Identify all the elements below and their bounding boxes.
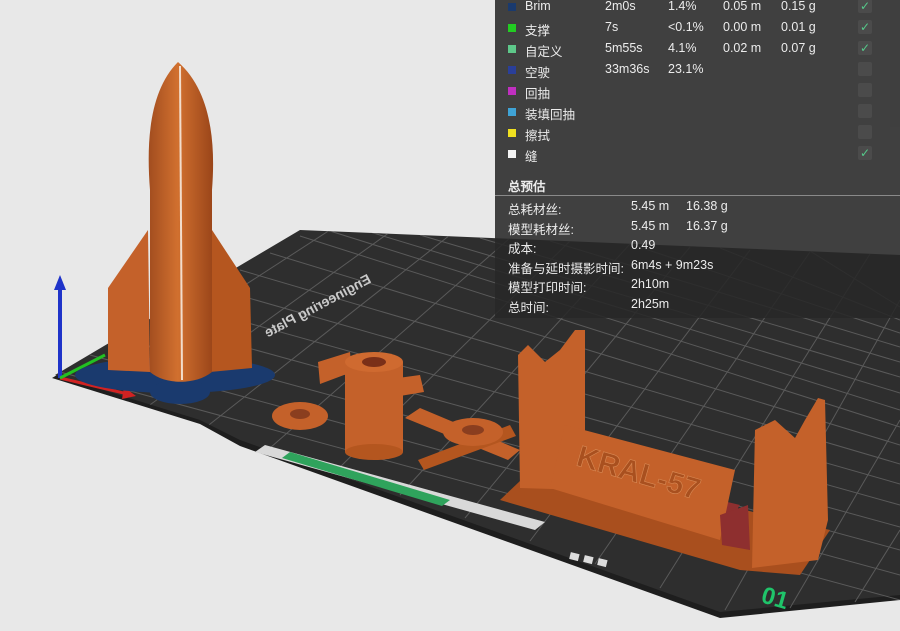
feature-row: 回抽 — [495, 81, 900, 102]
summary-value: 5.45 m — [631, 218, 670, 233]
tube-cylinder — [345, 362, 403, 452]
feature-time: 5m55s — [605, 41, 643, 55]
summary-key: 模型打印时间: — [508, 281, 587, 295]
feature-color-swatch — [508, 129, 516, 137]
feature-time: 33m36s — [605, 62, 650, 76]
feature-row: 擦拭 — [495, 123, 900, 144]
summary-value-secondary: 16.37 g — [686, 218, 728, 233]
feature-name: 支撑 — [525, 24, 551, 38]
z-axis-arrow-icon — [54, 275, 66, 290]
visibility-checkbox[interactable] — [858, 83, 872, 97]
feature-color-swatch — [508, 87, 516, 95]
summary-row: 模型打印时间: 2h10m — [495, 277, 900, 296]
feature-name: 自定义 — [525, 45, 563, 59]
summary-row: 总耗材丝: 5.45 m 16.38 g — [495, 199, 900, 218]
summary-key: 模型耗材丝: — [508, 222, 574, 237]
summary-row: 总时间: 2h25m — [495, 297, 900, 316]
feature-color-swatch — [508, 3, 516, 11]
summary-divider — [495, 195, 900, 196]
feature-weight: 0.15 g — [781, 0, 816, 13]
summary-value: 6m4s + 9m23s — [631, 257, 714, 272]
cross-ring-hole — [462, 425, 484, 435]
tube-hole — [362, 357, 386, 367]
feature-color-swatch — [508, 45, 516, 53]
summary-row: 成本: 0.49 — [495, 238, 900, 257]
feature-row: 支撑 7s <0.1% 0.00 m 0.01 g ✓ — [495, 18, 900, 39]
feature-name: 回抽 — [525, 87, 551, 101]
feature-name: 擦拭 — [525, 129, 551, 143]
visibility-checkbox[interactable] — [858, 125, 872, 139]
summary-value: 2h25m — [631, 296, 670, 311]
rocket-fin-left — [108, 230, 150, 372]
feature-color-swatch — [508, 24, 516, 32]
feature-row: 缝 ✓ — [495, 144, 900, 165]
summary-value: 2h10m — [631, 277, 670, 291]
feature-length: 0.02 m — [723, 41, 762, 55]
feature-length: 0.05 m — [723, 0, 762, 13]
visibility-checkbox[interactable] — [858, 62, 872, 76]
summary-key: 成本: — [508, 242, 537, 256]
ring-small-hole — [290, 409, 310, 419]
feature-name: 缝 — [525, 150, 538, 164]
feature-name: 装填回抽 — [525, 108, 576, 122]
feature-time: 7s — [605, 20, 619, 34]
summary-value: 5.45 m — [631, 199, 670, 213]
visibility-checkbox-checked[interactable]: ✓ — [858, 20, 872, 34]
feature-name: 空驶 — [525, 66, 551, 80]
visibility-checkbox-checked[interactable]: ✓ — [858, 0, 872, 13]
feature-color-swatch — [508, 108, 516, 116]
visibility-checkbox[interactable] — [858, 104, 872, 118]
feature-weight: 0.01 g — [781, 20, 816, 34]
feature-row: 装填回抽 — [495, 102, 900, 123]
rocket-brim-inner — [150, 380, 210, 404]
feature-row: Brim 2m0s 1.4% 0.05 m 0.15 g ✓ — [495, 0, 900, 18]
feature-color-swatch — [508, 66, 516, 74]
visibility-checkbox-checked[interactable]: ✓ — [858, 146, 872, 160]
feature-row: 自定义 5m55s 4.1% 0.02 m 0.07 g ✓ — [495, 39, 900, 60]
feature-time: 2m0s — [605, 0, 636, 13]
summary-key: 准备与延时摄影时间: — [508, 261, 624, 276]
feature-percent: 1.4% — [668, 0, 697, 13]
ring-part-small[interactable] — [272, 402, 328, 430]
summary-value-secondary: 16.38 g — [686, 199, 728, 213]
feature-length: 0.00 m — [723, 20, 762, 34]
feature-percent: <0.1% — [668, 20, 704, 34]
slice-statistics-panel: Brim 2m0s 1.4% 0.05 m 0.15 g ✓ 支撑 7s <0.1% 0.00 m… — [495, 0, 900, 318]
summary-key: 总时间: — [508, 300, 549, 315]
visibility-checkbox-checked[interactable]: ✓ — [858, 41, 872, 55]
summary-title: 总预估 — [508, 180, 546, 194]
feature-color-swatch — [508, 150, 516, 158]
summary-key: 总耗材丝: — [508, 203, 562, 217]
summary-row: 模型耗材丝: 5.45 m 16.37 g — [495, 219, 900, 238]
feature-name: Brim — [525, 0, 551, 13]
feature-percent: 23.1% — [668, 62, 704, 76]
rocket-fin-right — [210, 230, 252, 372]
summary-value: 0.49 — [631, 238, 656, 252]
feature-percent: 4.1% — [668, 41, 697, 55]
tube-bottom — [345, 444, 403, 460]
feature-weight: 0.07 g — [781, 41, 816, 55]
feature-row: 空驶 33m36s 23.1% — [495, 60, 900, 81]
summary-row: 准备与延时摄影时间: 6m4s + 9m23s — [495, 258, 900, 277]
